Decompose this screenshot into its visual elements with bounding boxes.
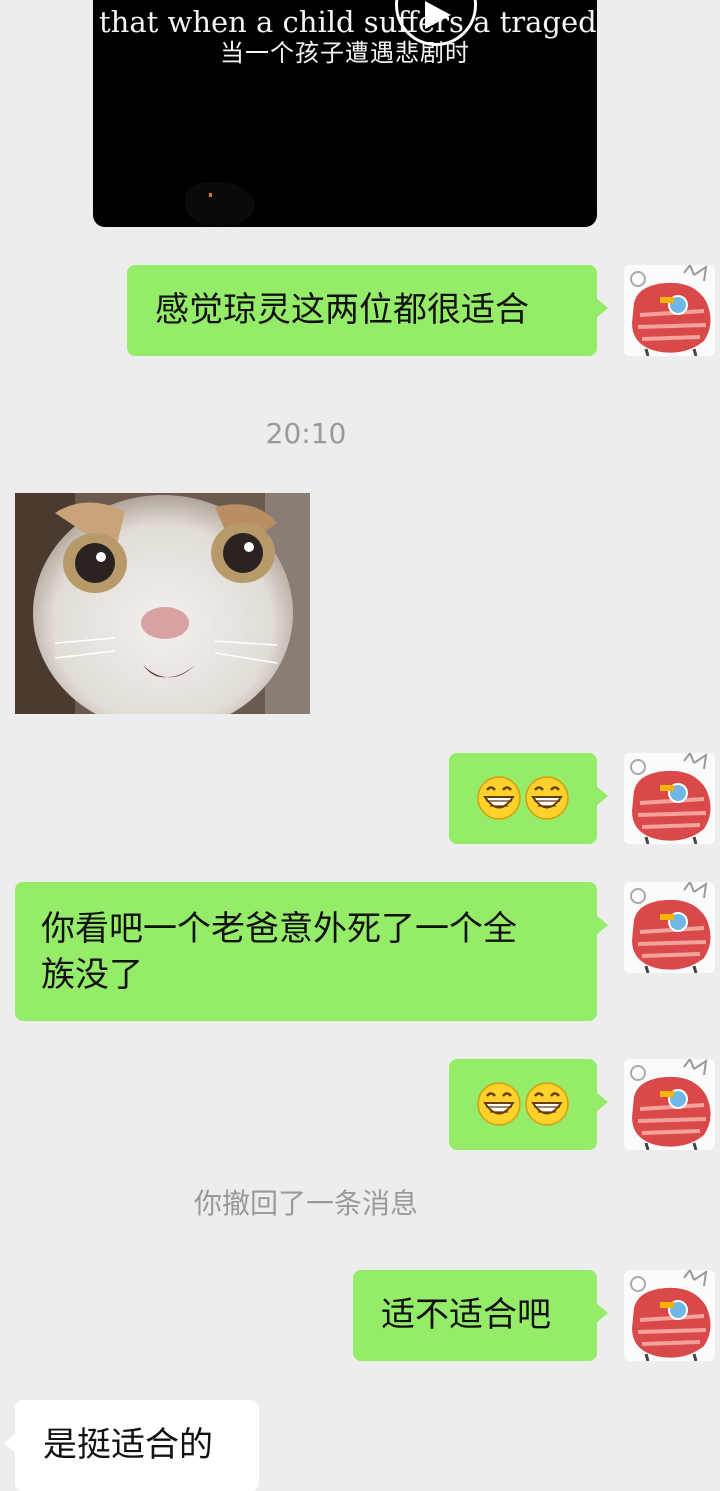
avatar-icon xyxy=(624,265,715,356)
video-subtitle-chinese: 当一个孩子遭遇悲剧时 xyxy=(220,39,470,67)
message-text: 适不适合吧 xyxy=(381,1295,551,1335)
video-thumbnail-shadow xyxy=(185,182,255,226)
message-text: 感觉琼灵这两位都很适合 xyxy=(155,290,529,330)
avatar[interactable] xyxy=(624,265,715,356)
avatar-icon xyxy=(624,753,715,844)
avatar[interactable] xyxy=(624,1059,715,1150)
message-text-line: 族没了 xyxy=(41,955,143,995)
grinning-face-emoji xyxy=(525,776,569,820)
message-bubble-sent[interactable]: 适不适合吧 xyxy=(353,1270,608,1361)
message-bubble-sent[interactable]: 你看吧一个老爸意外死了一个全 族没了 xyxy=(15,882,608,1021)
video-thumbnail-speck xyxy=(209,193,212,197)
emoji-row xyxy=(477,1081,569,1127)
message-bubble-received[interactable]: 是挺适合的 xyxy=(4,1400,259,1491)
avatar-icon xyxy=(624,1059,715,1150)
message-text: 是挺适合的 xyxy=(43,1425,213,1465)
message-text-line: 你看吧一个老爸意外死了一个全 xyxy=(41,909,517,949)
message-bubble-sent[interactable]: 感觉琼灵这两位都很适合 xyxy=(127,265,608,356)
timestamp: 20:10 xyxy=(265,417,347,450)
grinning-face-emoji xyxy=(525,1082,569,1126)
avatar[interactable] xyxy=(624,753,715,844)
cat-photo-icon xyxy=(15,493,310,714)
cat-meme-image[interactable] xyxy=(15,493,310,714)
avatar-icon xyxy=(624,1270,715,1361)
grinning-face-emoji xyxy=(477,1082,521,1126)
grinning-face-emoji xyxy=(477,776,521,820)
recall-notice: 你撤回了一条消息 xyxy=(193,1187,418,1220)
message-bubble-sent[interactable] xyxy=(449,753,608,844)
message-bubble-sent[interactable] xyxy=(449,1059,608,1150)
avatar-icon xyxy=(624,882,715,973)
avatar[interactable] xyxy=(624,882,715,973)
video-message[interactable]: that when a child suffers a traged 当一个孩子… xyxy=(93,0,597,227)
emoji-row xyxy=(477,775,569,821)
avatar[interactable] xyxy=(624,1270,715,1361)
